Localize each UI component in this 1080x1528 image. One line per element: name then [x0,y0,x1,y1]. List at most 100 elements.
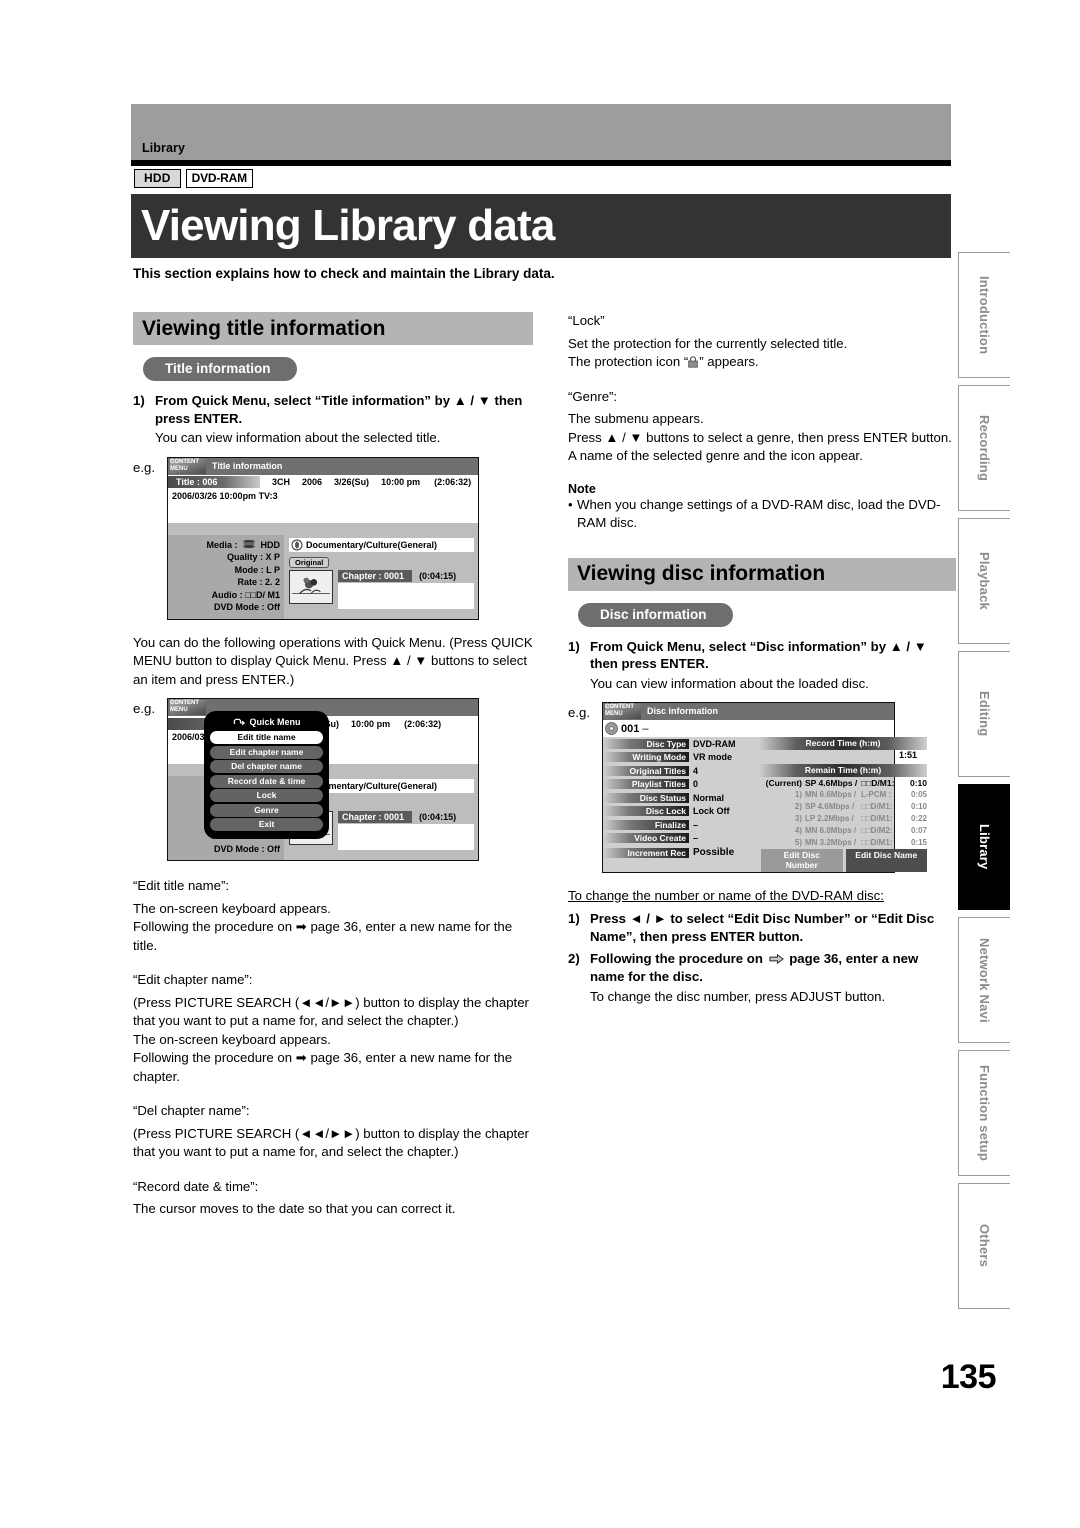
desc-lock-line2-pre: The protection icon “ [568,354,689,369]
change-disc-intro: To change the number or name of the DVD-… [568,887,884,903]
remain-idx-4: 4) [794,826,802,835]
desc-lock-line1: Set the protection for the currently sel… [568,335,848,351]
change-disc-step-1: 1) Press ◄ / ► to select “Edit Disc Numb… [568,910,956,945]
desc-lock-line2-post: ” appears. [699,354,759,369]
value-video-create: – [693,833,699,844]
desc-edit-chapter-name-heading: “Edit chapter name”: [133,972,253,987]
header-section-label: Library [142,141,186,155]
remain-audio-3: □□D/M1: [861,814,893,823]
page-reference-arrow-icon [769,953,784,965]
change-disc-step-2-num: 2) [568,951,580,966]
label-disc-status: Disc Status [603,792,689,803]
title-field[interactable]: Title : 006 [168,476,260,488]
header-rule [131,160,951,166]
disc-info-labels: Disc Type DVD-RAM Writing Mode VR mode O… [603,737,759,872]
remain-audio-5: □□D/M1: [861,838,893,847]
note-text: When you change settings of a DVD-RAM di… [577,496,941,530]
sidebar-label-function-setup: Function setup [977,1065,992,1161]
chapter-label: Chapter : [342,570,382,581]
quick-menu-item-exit[interactable]: Exit [210,818,323,831]
sidebar-item-network-navi[interactable]: Network Navi [958,917,1010,1043]
disc-info-times: Record Time (h:m) 1:51 Remain Time (h:m)… [759,737,927,872]
page-number: 135 [940,1358,997,1396]
remain-idx-1: 1) [794,790,802,799]
disc-name-field[interactable] [652,722,894,735]
desc-del-chapter-name-line-0: (Press PICTURE SEARCH (◄◄/►►) button to … [133,1125,529,1160]
remain-audio-1: L-PCM : [861,790,892,799]
field-audio: Audio : □□D/ M1 [168,589,280,602]
disc-name-dash: – [642,722,649,735]
field-media: Media : HDD [168,539,280,552]
genre-value: Documentary/Culture(General) [306,539,438,550]
pill-title-information: Title information [143,357,297,381]
remain-rate-1: MN 6.6Mbps / [805,790,857,799]
quick-menu-item-lock[interactable]: Lock [210,789,323,802]
chapter-field[interactable]: Chapter : 0001 [338,569,413,582]
badge-dvd-ram: DVD-RAM [185,169,253,188]
sidebar-label-others: Others [977,1224,992,1268]
content-menu-icon-3: CONTENT MENU [605,704,641,719]
quick-menu-item-edit-title-name[interactable]: Edit title name [210,731,323,744]
sidebar-item-library[interactable]: Library [958,784,1010,910]
sidebar-item-recording[interactable]: Recording [958,385,1010,511]
badge-hdd: HDD [134,169,181,188]
quick-menu-item-genre[interactable]: Genre [210,803,323,817]
quick-menu-item-del-chapter-name[interactable]: Del chapter name [210,760,323,773]
edit-disc-name-button[interactable]: Edit Disc Name [845,848,927,872]
content-menu-icon-2: CONTENT MENU [170,700,206,715]
field-mode-value: L P [266,564,280,575]
sidebar-item-introduction[interactable]: Introduction [958,252,1010,378]
remain-time-banner: Remain Time (h:m) [759,763,927,777]
quick-menu-item-record-date-time[interactable]: Record date & time [210,774,323,788]
chapter-field-2[interactable]: Chapter : 0001 [338,811,413,823]
page-title-bar: Viewing Library data [131,194,951,258]
disc-row-playlist-titles: Playlist Titles 0 [603,778,759,792]
desc-genre: “Genre”: The submenu appears. Press ▲ / … [568,388,956,466]
field-mode-label: Mode : [234,564,264,575]
quick-menu-icon [234,718,246,726]
chapter-head: Chapter : 0001 (0:04:15) [338,569,474,582]
desc-edit-chapter-name-line-2: Following the procedure on ➡ page 36, en… [133,1050,513,1084]
remain-rate-3: LP 2.2Mbps / [805,814,854,823]
remain-time-current: 0:10 [909,777,927,788]
disc-row-disc-lock: Disc Lock Lock Off [603,805,759,819]
sidebar-item-playback[interactable]: Playback [958,518,1010,644]
time-value: 10:00 pm [381,477,421,487]
field-media-value: HDD [260,539,281,550]
sidebar-item-function-setup[interactable]: Function setup [958,1050,1010,1176]
remain-audio-2: □□D/M1: [861,802,893,811]
disc-screen-titlebar: CONTENT MENU Disc information [603,703,894,720]
disc-row-disc-status: Disc Status Normal [603,791,759,805]
date-value: 3/26(Su) [334,477,370,487]
page-title: Viewing Library data [141,201,555,250]
eg-label: e.g. [133,459,155,475]
title-blank-area [168,500,478,523]
label-video-create: Video Create [603,833,689,844]
value-disc-type: DVD-RAM [693,738,736,749]
example-quick-menu: e.g. CONTENTMENU 2006 3/26(Su) 10:00 pm … [133,698,533,861]
sidebar-label-library: Library [977,824,992,870]
content-menu-icon: CONTENT MENU [170,458,206,474]
remain-idx-2: 2) [794,802,802,811]
field-dvd-mode-2: DVD Mode : Off [168,843,280,856]
disc-row-increment-rec: Increment Rec Possible [603,845,759,860]
page-intro: This section explains how to check and m… [133,266,555,281]
remain-time-1: 0:05 [910,790,927,799]
record-time-banner: Record Time (h:m) [759,737,927,750]
step-text: From Quick Menu, select “Title informati… [155,393,523,426]
remain-time-3: 0:22 [910,814,927,823]
desc-record-date-time-heading: “Record date & time”: [133,1178,259,1194]
quick-menu-item-edit-chapter-name[interactable]: Edit chapter name [210,745,323,759]
chapter-head-2: Chapter : 0001 (0:04:15) [338,811,474,823]
field-rate: Rate : 2. 2 [168,576,280,589]
disc-number-value[interactable]: 001 [621,723,639,735]
desc-edit-chapter-name: “Edit chapter name”: (Press PICTURE SEAR… [133,971,533,1086]
label-increment-rec: Increment Rec [603,847,689,858]
sidebar-item-editing[interactable]: Editing [958,651,1010,777]
sidebar-item-others[interactable]: Others [958,1183,1010,1309]
remain-time-5: 0:15 [910,838,927,847]
field-mode: Mode : L P [168,564,280,577]
chapter-panel-2: Chapter : 0001 (0:04:15) [338,811,474,850]
disc-row-writing-mode: Writing Mode VR mode [603,751,759,765]
edit-disc-number-button[interactable]: Edit Disc Number [761,848,843,872]
